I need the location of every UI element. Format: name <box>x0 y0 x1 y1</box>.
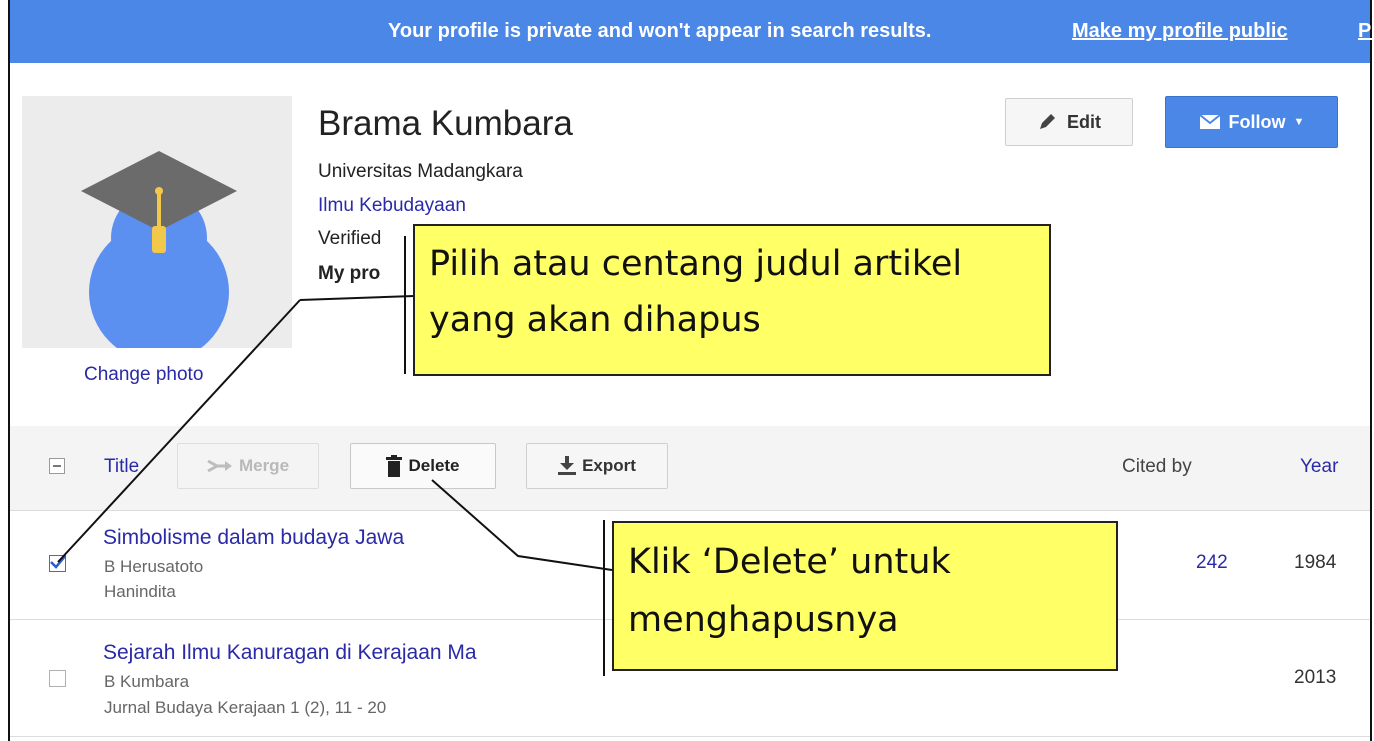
my-profile-label: My pro <box>318 263 381 284</box>
profile-field-link[interactable]: Ilmu Kebudayaan <box>318 195 466 217</box>
column-title-sort[interactable]: Title <box>104 456 139 478</box>
callout-click-delete: Klik ‘Delete’ untuk menghapusnya <box>612 521 1118 671</box>
frame-right-border <box>1370 0 1372 741</box>
privacy-banner: Your profile is private and won't appear… <box>10 0 1374 63</box>
profile-affiliation: Universitas Madangkara <box>318 161 523 182</box>
profile-name: Brama Kumbara <box>318 104 573 143</box>
privacy-message: Your profile is private and won't appear… <box>388 20 932 42</box>
caret-down-icon: ▼ <box>1293 116 1305 128</box>
article-year: 2013 <box>1294 667 1337 688</box>
cited-by-count-link[interactable]: 242 <box>1196 552 1228 574</box>
checkmark-icon <box>50 554 66 569</box>
row-checkbox[interactable] <box>49 670 66 687</box>
row-checkbox-checked[interactable] <box>49 554 66 572</box>
column-cited-by: Cited by <box>1122 456 1192 477</box>
follow-button[interactable]: Follow ▼ <box>1165 96 1338 148</box>
edit-button-label: Edit <box>1067 111 1101 132</box>
edit-button[interactable]: Edit <box>1005 98 1133 146</box>
graduate-avatar-icon <box>81 151 237 348</box>
article-authors: B Kumbara <box>104 672 190 691</box>
callout-delete-line2: menghapusnya <box>628 600 899 640</box>
article-title-link[interactable]: Sejarah Ilmu Kanuragan di Kerajaan Ma <box>103 641 477 665</box>
banner-cut-link[interactable]: Pr <box>1358 20 1374 43</box>
callout-marker-bar <box>404 236 406 374</box>
pencil-icon <box>1040 114 1055 129</box>
minus-checkbox-icon <box>53 465 61 467</box>
merge-arrow-icon <box>207 459 232 473</box>
callout-select-line2: yang akan dihapus <box>429 300 761 340</box>
export-button-label: Export <box>582 456 636 475</box>
merge-button-label: Merge <box>238 456 290 475</box>
article-title-link[interactable]: Simbolisme dalam budaya Jawa <box>103 526 404 550</box>
envelope-icon <box>1198 114 1221 129</box>
make-profile-public-link[interactable]: Make my profile public <box>1072 20 1288 43</box>
export-button[interactable]: Export <box>526 443 668 489</box>
article-authors: B Herusatoto <box>104 557 204 576</box>
callout-select-line1: Pilih atau centang judul artikel <box>429 244 963 284</box>
change-photo-link[interactable]: Change photo <box>84 364 203 386</box>
merge-button[interactable]: Merge <box>177 443 319 489</box>
delete-button-label: Delete <box>408 456 460 475</box>
article-publication: Jurnal Budaya Kerajaan 1 (2), 11 - 20 <box>104 698 387 717</box>
profile-photo[interactable] <box>22 96 292 348</box>
callout-delete-line1: Klik ‘Delete’ untuk <box>628 542 951 582</box>
download-icon <box>558 456 577 475</box>
trash-icon <box>386 455 403 477</box>
column-year-sort[interactable]: Year <box>1300 456 1338 478</box>
profile-verified-email: Verified <box>318 228 382 249</box>
callout-select-article: Pilih atau centang judul artikel yang ak… <box>413 224 1051 376</box>
article-year: 1984 <box>1294 552 1337 573</box>
follow-button-label: Follow <box>1228 111 1286 132</box>
callout-marker-bar <box>603 520 605 676</box>
select-all-checkbox[interactable] <box>49 458 65 474</box>
article-publication: Hanindita <box>104 582 176 601</box>
delete-button[interactable]: Delete <box>350 443 496 489</box>
